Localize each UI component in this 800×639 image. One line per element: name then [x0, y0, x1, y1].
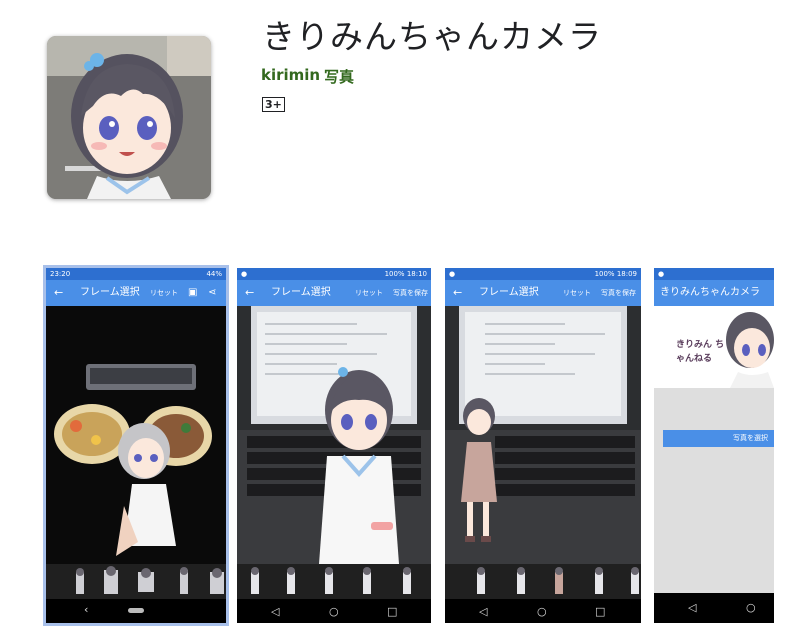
app-title: きりみんちゃんカメラ [262, 17, 602, 56]
status-dot-icon: ● [658, 270, 665, 278]
app-bar: ← フレーム選択 リセット ▣ ⋖ [46, 280, 226, 306]
status-dot-icon: ● [241, 270, 248, 278]
app-bar-title: フレーム選択 [271, 287, 331, 298]
status-bar: 23:20 44% [46, 268, 226, 280]
nav-home-pill-icon[interactable] [128, 608, 144, 613]
status-time: 18:10 [406, 270, 427, 278]
save-icon[interactable]: ▣ [188, 280, 197, 306]
content-rating-badge: 3+ [262, 97, 285, 112]
screenshot-4[interactable]: ● きりみんちゃんカメラ きりみん ちゃんねる 写真を選択 ◁ ○ [654, 268, 774, 623]
frame-thumbnail-strip[interactable] [445, 564, 641, 599]
save-photo-button[interactable]: 写真を保存 [393, 280, 428, 306]
navigation-bar: ◁ ○ □ [237, 601, 431, 623]
nav-home-icon[interactable]: ○ [329, 605, 339, 618]
nav-recents-icon[interactable]: □ [595, 605, 605, 618]
category-link[interactable]: 写真 [324, 66, 354, 87]
banner-text: きりみん ちゃんねる [676, 340, 725, 364]
nav-back-icon[interactable]: ◁ [271, 605, 279, 618]
status-battery: 44% [206, 270, 222, 278]
app-bar: ← フレーム選択 リセット 写真を保存 [237, 280, 431, 306]
app-bar: きりみんちゃんカメラ [654, 280, 774, 306]
back-arrow-icon[interactable]: ← [245, 280, 254, 306]
reset-button[interactable]: リセット [355, 280, 383, 306]
navigation-bar: ◁ ○ □ [445, 601, 641, 623]
nav-home-icon[interactable]: ○ [746, 601, 756, 614]
navigation-bar: ‹ [46, 599, 226, 623]
status-battery: 100% [384, 270, 405, 278]
navigation-bar: ◁ ○ [654, 593, 774, 623]
nav-recents-icon[interactable]: □ [387, 605, 397, 618]
save-photo-button[interactable]: 写真を保存 [601, 280, 636, 306]
screenshot-1[interactable]: 23:20 44% ← フレーム選択 リセット ▣ ⋖ ‹ [46, 268, 226, 623]
photo-preview [445, 306, 641, 564]
app-bar: ← フレーム選択 リセット 写真を保存 [445, 280, 641, 306]
status-bar: ● [654, 268, 774, 280]
back-arrow-icon[interactable]: ← [54, 280, 63, 306]
frame-thumbnail-strip[interactable] [46, 564, 226, 599]
nav-back-icon[interactable]: ◁ [479, 605, 487, 618]
screenshot-3[interactable]: ● 100% 18:09 ← フレーム選択 リセット 写真を保存 ◁ ○ □ [445, 268, 641, 623]
nav-back-icon[interactable]: ◁ [688, 601, 696, 614]
status-bar: ● 100% 18:09 [445, 268, 641, 280]
app-bar-title: フレーム選択 [80, 287, 140, 298]
developer-link[interactable]: kirimin [261, 66, 320, 84]
share-icon[interactable]: ⋖ [208, 280, 216, 306]
photo-preview [46, 306, 226, 564]
banner-image: きりみん ちゃんねる [654, 306, 774, 388]
screenshot-2[interactable]: ● 100% 18:10 ← フレーム選択 リセット 写真を保存 ◁ ○ □ [237, 268, 431, 623]
app-bar-title: きりみんちゃんカメラ [660, 287, 760, 298]
status-time: 18:09 [616, 270, 637, 278]
reset-button[interactable]: リセット [150, 280, 178, 306]
frame-thumbnail-strip[interactable] [237, 564, 431, 599]
back-arrow-icon[interactable]: ← [453, 280, 462, 306]
status-bar: ● 100% 18:10 [237, 268, 431, 280]
app-icon [47, 36, 211, 199]
status-time: 23:20 [50, 270, 71, 278]
nav-back-icon[interactable]: ‹ [84, 603, 88, 616]
nav-home-icon[interactable]: ○ [537, 605, 547, 618]
app-bar-title: フレーム選択 [479, 287, 539, 298]
reset-button[interactable]: リセット [563, 280, 591, 306]
status-battery: 100% [594, 270, 615, 278]
select-photo-button[interactable]: 写真を選択 [663, 430, 774, 447]
status-dot-icon: ● [449, 270, 456, 278]
photo-preview [237, 306, 431, 564]
